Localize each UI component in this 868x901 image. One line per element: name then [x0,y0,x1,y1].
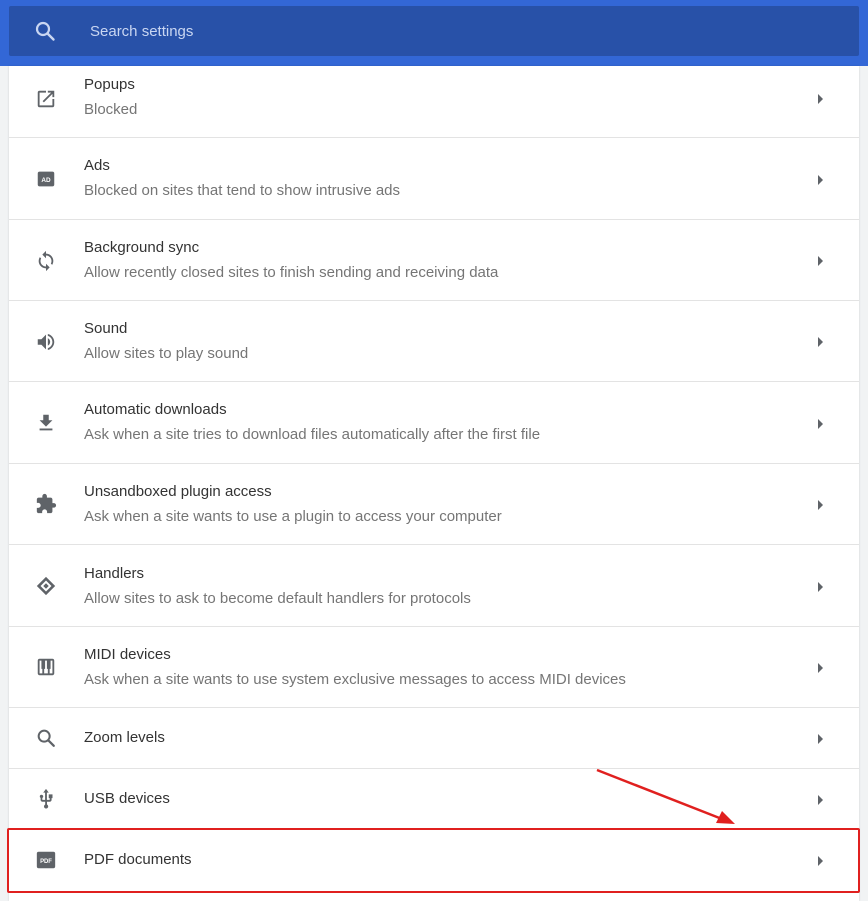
row-title: Unsandboxed plugin access [84,483,272,500]
handler-icon [36,576,56,596]
row-sound[interactable]: Sound Allow sites to play sound [9,301,859,382]
row-usb-devices[interactable]: USB devices [9,769,859,830]
row-subtitle: Allow sites to play sound [84,345,249,362]
chevron-right-icon [818,500,823,510]
row-title: PDF documents [84,851,192,868]
row-ads[interactable]: AD Ads Blocked on sites that tend to sho… [9,138,859,220]
row-title: Background sync [84,239,200,256]
row-automatic-downloads[interactable]: Automatic downloads Ask when a site trie… [9,382,859,464]
chevron-right-icon [818,795,823,805]
sync-icon [38,250,54,272]
search-input[interactable]: Search settings [90,23,193,40]
volume-icon [37,333,55,351]
row-title: Handlers [84,565,145,582]
chevron-right-icon [818,856,823,866]
chevron-right-icon [818,734,823,744]
svg-text:AD: AD [41,177,51,184]
row-title: MIDI devices [84,646,171,663]
row-subtitle: Ask when a site wants to use system excl… [84,671,626,688]
search-icon [35,21,55,41]
puzzle-icon [36,493,57,514]
usb-icon [39,788,53,809]
row-popups[interactable]: Popups Blocked [9,66,859,138]
row-title: USB devices [84,790,170,807]
piano-icon [37,658,55,676]
row-title: Popups [84,76,135,93]
row-handlers[interactable]: Handlers Allow sites to ask to become de… [9,545,859,627]
row-background-sync[interactable]: Background sync Allow recently closed si… [9,220,859,301]
row-zoom-levels[interactable]: Zoom levels [9,708,859,769]
row-subtitle: Ask when a site wants to use a plugin to… [84,508,502,525]
row-title: Sound [84,320,128,337]
row-subtitle: Allow sites to ask to become default han… [84,590,471,607]
pdf-icon: PDF [36,851,56,869]
row-pdf-documents[interactable]: PDF PDF documents [9,830,859,891]
chevron-right-icon [818,256,823,266]
settings-header: Search settings [0,0,868,66]
row-subtitle: Allow recently closed sites to finish se… [84,264,499,281]
row-subtitle: Blocked [84,101,138,118]
chevron-right-icon [818,175,823,185]
chevron-right-icon [818,337,823,347]
row-title: Ads [84,157,110,174]
row-subtitle: Blocked on sites that tend to show intru… [84,182,401,199]
row-title: Zoom levels [84,729,165,746]
row-title: Automatic downloads [84,401,227,418]
row-unsandboxed-plugin-access[interactable]: Unsandboxed plugin access Ask when a sit… [9,464,859,545]
site-settings-list: Popups Blocked AD Ads Blocked on sites t… [9,66,859,901]
open-in-new-icon [37,90,55,108]
chevron-right-icon [818,94,823,104]
chevron-right-icon [818,582,823,592]
chevron-right-icon [818,419,823,429]
search-icon [37,729,55,747]
row-subtitle: Ask when a site tries to download files … [84,426,541,443]
chevron-right-icon [818,663,823,673]
search-settings-field[interactable]: Search settings [9,6,859,56]
ads-icon: AD [37,171,55,187]
download-icon [39,414,53,431]
svg-text:PDF: PDF [40,859,52,865]
row-midi-devices[interactable]: MIDI devices Ask when a site wants to us… [9,627,859,708]
